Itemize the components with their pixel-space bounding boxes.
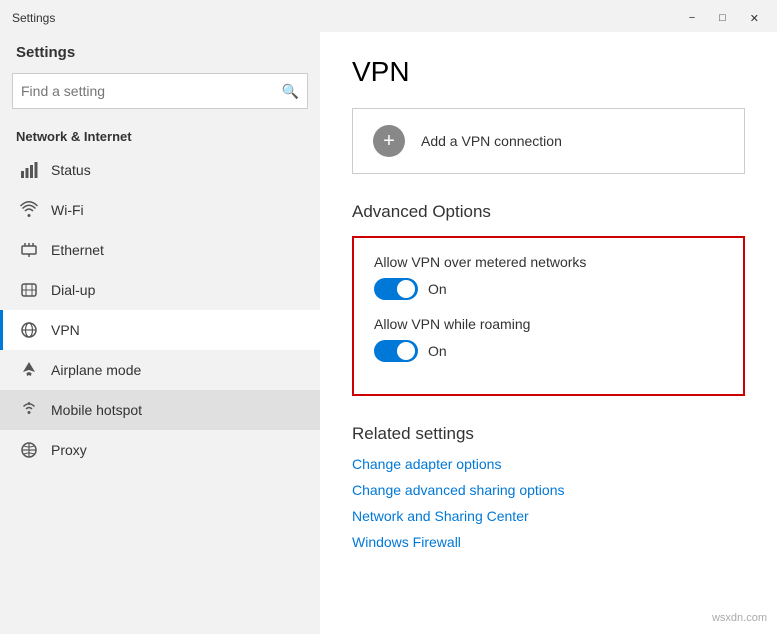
sidebar-item-proxy-label: Proxy	[51, 442, 87, 458]
sidebar-item-airplane-label: Airplane mode	[51, 362, 141, 378]
option-roaming-label: Allow VPN while roaming	[374, 316, 723, 332]
related-link-sharing[interactable]: Change advanced sharing options	[352, 482, 745, 498]
advanced-options-title: Advanced Options	[352, 202, 745, 222]
advanced-options-box: Allow VPN over metered networks On Allow…	[352, 236, 745, 396]
sidebar-item-ethernet[interactable]: Ethernet	[0, 230, 320, 270]
sidebar-item-wifi[interactable]: Wi-Fi	[0, 190, 320, 230]
toggle-roaming-row: On	[374, 340, 723, 362]
add-vpn-label: Add a VPN connection	[421, 133, 562, 149]
sidebar-header: Settings	[0, 32, 320, 69]
related-link-sharing-center[interactable]: Network and Sharing Center	[352, 508, 745, 524]
sidebar-item-wifi-label: Wi-Fi	[51, 202, 84, 218]
app-title: Settings	[12, 11, 55, 25]
maximize-button[interactable]: □	[713, 10, 732, 27]
title-bar: Settings − □ ✕	[0, 0, 777, 32]
sidebar-item-vpn[interactable]: VPN	[0, 310, 320, 350]
sidebar-item-dialup[interactable]: Dial-up	[0, 270, 320, 310]
close-button[interactable]: ✕	[744, 10, 765, 27]
ethernet-icon	[19, 240, 39, 260]
sidebar-item-airplane[interactable]: Airplane mode	[0, 350, 320, 390]
main-panel: VPN + Add a VPN connection Advanced Opti…	[320, 32, 777, 634]
minimize-button[interactable]: −	[683, 10, 701, 27]
sidebar: Settings 🔍 Network & Internet Status	[0, 32, 320, 634]
option-metered-label: Allow VPN over metered networks	[374, 254, 723, 270]
toggle-roaming-knob	[397, 342, 415, 360]
wifi-icon	[19, 200, 39, 220]
search-icon: 🔍	[282, 83, 299, 100]
vpn-icon	[19, 320, 39, 340]
section-label: Network & Internet	[0, 121, 320, 150]
toggle-metered-state: On	[428, 281, 447, 297]
dialup-icon	[19, 280, 39, 300]
airplane-icon	[19, 360, 39, 380]
related-settings-title: Related settings	[352, 424, 745, 444]
status-icon	[19, 160, 39, 180]
search-box[interactable]: 🔍	[12, 73, 308, 109]
related-link-firewall[interactable]: Windows Firewall	[352, 534, 745, 550]
toggle-roaming-state: On	[428, 343, 447, 359]
sidebar-item-vpn-label: VPN	[51, 322, 80, 338]
related-link-adapter[interactable]: Change adapter options	[352, 456, 745, 472]
sidebar-item-status[interactable]: Status	[0, 150, 320, 190]
search-input[interactable]	[21, 83, 282, 99]
hotspot-icon	[19, 400, 39, 420]
page-title: VPN	[352, 56, 745, 88]
toggle-metered[interactable]	[374, 278, 418, 300]
add-vpn-button[interactable]: + Add a VPN connection	[352, 108, 745, 174]
sidebar-item-hotspot[interactable]: Mobile hotspot	[0, 390, 320, 430]
sidebar-item-dialup-label: Dial-up	[51, 282, 95, 298]
toggle-metered-knob	[397, 280, 415, 298]
option-metered: Allow VPN over metered networks On	[374, 254, 723, 300]
sidebar-item-ethernet-label: Ethernet	[51, 242, 104, 258]
sidebar-item-proxy[interactable]: Proxy	[0, 430, 320, 470]
sidebar-item-status-label: Status	[51, 162, 91, 178]
option-roaming: Allow VPN while roaming On	[374, 316, 723, 362]
watermark: wsxdn.com	[712, 612, 767, 624]
sidebar-item-hotspot-label: Mobile hotspot	[51, 402, 142, 418]
proxy-icon	[19, 440, 39, 460]
toggle-roaming[interactable]	[374, 340, 418, 362]
toggle-metered-row: On	[374, 278, 723, 300]
app-body: Settings 🔍 Network & Internet Status	[0, 32, 777, 634]
window-controls: − □ ✕	[683, 10, 765, 27]
add-vpn-icon: +	[373, 125, 405, 157]
